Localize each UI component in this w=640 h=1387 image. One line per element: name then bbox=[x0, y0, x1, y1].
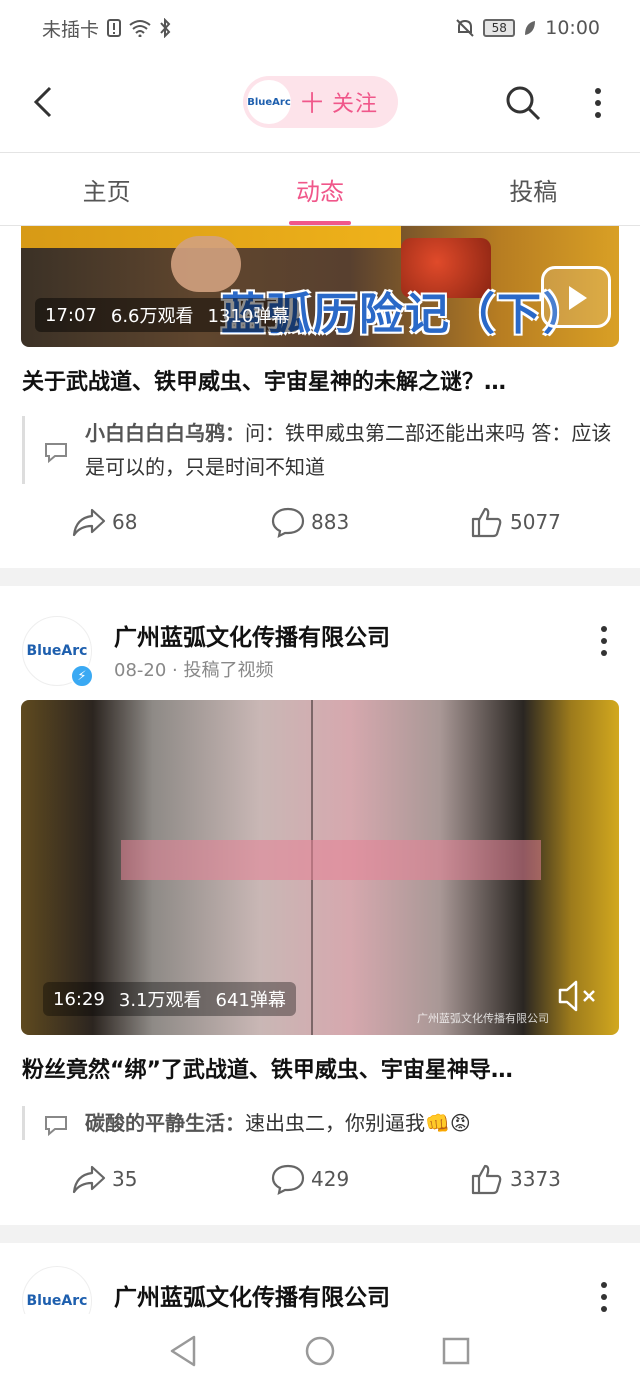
thumbs-up-icon bbox=[471, 1164, 502, 1195]
pill-logo-text: BlueArc bbox=[247, 96, 291, 108]
nav-back-icon[interactable] bbox=[168, 1334, 198, 1368]
share-count: 68 bbox=[112, 510, 138, 534]
avatar-logo-text: BlueArc bbox=[26, 1293, 88, 1309]
tab-home[interactable]: 主页 bbox=[0, 153, 213, 225]
verified-badge-icon: ⚡ bbox=[70, 664, 94, 688]
post-more-icon[interactable] bbox=[594, 1280, 614, 1314]
sim-alert-icon bbox=[107, 19, 122, 37]
carrier-text: 未插卡 bbox=[42, 18, 100, 41]
comment-button[interactable]: 429 bbox=[271, 1163, 349, 1195]
comment-content: 小白白白白乌鸦：问：铁甲威虫第二部还能出来吗 答：应该是可以的，只是时间不知道 bbox=[85, 416, 618, 484]
mute-speaker-icon[interactable] bbox=[557, 978, 601, 1014]
comment-icon bbox=[271, 1164, 305, 1195]
post-divider bbox=[0, 568, 640, 586]
follow-button[interactable]: BlueArc 十 关注 bbox=[243, 76, 398, 128]
video-duration: 17:07 bbox=[45, 304, 97, 326]
video-danmaku: 1310弹幕 bbox=[207, 306, 290, 327]
comment-username: 小白白白白乌鸦： bbox=[85, 421, 245, 445]
comment-count: 429 bbox=[311, 1167, 350, 1191]
video-thumbnail[interactable]: 蓝弧历险记（下） 17:07 6.6万观看 1310弹幕 bbox=[21, 226, 619, 347]
video-stats: 17:07 6.6万观看 1310弹幕 bbox=[35, 298, 300, 332]
battery-indicator: 58 bbox=[483, 19, 516, 37]
status-bar: 未插卡 58 10:00 bbox=[0, 0, 640, 56]
follow-label: 十 关注 bbox=[301, 92, 378, 117]
comment-content: 碳酸的平静生活：速出虫二，你别逼我👊😡 bbox=[85, 1106, 471, 1140]
bluetooth-icon bbox=[160, 18, 171, 38]
post-more-icon[interactable] bbox=[594, 624, 614, 658]
share-icon bbox=[72, 1165, 106, 1194]
video-watermark: 广州蓝弧文化传播有限公司 bbox=[417, 1012, 549, 1025]
share-button[interactable]: 68 bbox=[72, 506, 137, 538]
comment-icon bbox=[271, 507, 305, 538]
video-danmaku: 641弹幕 bbox=[215, 990, 286, 1011]
avatar-logo-text: BlueArc bbox=[26, 643, 88, 659]
wifi-icon bbox=[129, 20, 151, 37]
share-button[interactable]: 35 bbox=[72, 1163, 137, 1195]
comment-username: 碳酸的平静生活： bbox=[85, 1111, 245, 1135]
comment-bubble-icon bbox=[45, 443, 67, 464]
comment-button[interactable]: 883 bbox=[271, 506, 349, 538]
top-comment[interactable]: 小白白白白乌鸦：问：铁甲威虫第二部还能出来吗 答：应该是可以的，只是时间不知道 bbox=[22, 416, 618, 484]
like-button[interactable]: 3373 bbox=[470, 1163, 561, 1195]
dynamics-feed: 蓝弧历险记（下） 17:07 6.6万观看 1310弹幕 关于武战道、铁甲威虫、… bbox=[0, 226, 640, 1314]
system-navigation-bar bbox=[0, 1314, 640, 1387]
nav-home-icon[interactable] bbox=[304, 1335, 336, 1367]
video-title[interactable]: 关于武战道、铁甲威虫、宇宙星神的未解之谜？… bbox=[22, 364, 618, 396]
top-comment[interactable]: 碳酸的平静生活：速出虫二，你别逼我👊😡 bbox=[22, 1106, 618, 1140]
share-count: 35 bbox=[112, 1167, 138, 1191]
clock: 10:00 bbox=[545, 17, 600, 39]
like-button[interactable]: 5077 bbox=[470, 506, 561, 538]
status-right: 58 10:00 bbox=[455, 17, 600, 39]
tab-uploads[interactable]: 投稿 bbox=[427, 153, 640, 225]
like-count: 5077 bbox=[510, 510, 561, 534]
post-divider bbox=[0, 1225, 640, 1243]
top-nav-bar: BlueArc 十 关注 bbox=[0, 56, 640, 152]
like-count: 3373 bbox=[510, 1167, 561, 1191]
nav-recents-icon[interactable] bbox=[441, 1336, 471, 1366]
comment-count: 883 bbox=[311, 510, 350, 534]
post-meta: 08-20 · 投稿了视频 bbox=[114, 660, 274, 681]
status-left: 未插卡 bbox=[42, 15, 171, 42]
more-vertical-icon[interactable] bbox=[588, 86, 608, 120]
author-name[interactable]: 广州蓝弧文化传播有限公司 bbox=[114, 618, 390, 652]
post-author-row: BlueArc 广州蓝弧文化传播有限公司 bbox=[0, 1266, 640, 1314]
tab-dynamics[interactable]: 动态 bbox=[213, 153, 426, 225]
post-author-row: BlueArc ⚡ 广州蓝弧文化传播有限公司 08-20 · 投稿了视频 bbox=[0, 616, 640, 696]
video-views: 3.1万观看 bbox=[118, 990, 202, 1011]
video-duration: 16:29 bbox=[53, 988, 105, 1010]
video-title[interactable]: 粉丝竟然“绑”了武战道、铁甲威虫、宇宙星神导… bbox=[22, 1052, 618, 1084]
share-icon bbox=[72, 508, 106, 537]
post-actions: 35 429 3373 bbox=[0, 1163, 640, 1203]
mute-bell-icon bbox=[456, 19, 474, 37]
post-actions: 68 883 5077 bbox=[0, 506, 640, 546]
author-name[interactable]: 广州蓝弧文化传播有限公司 bbox=[114, 1278, 390, 1312]
back-arrow-icon[interactable] bbox=[24, 82, 64, 122]
bluearc-logo: BlueArc bbox=[247, 80, 291, 124]
video-views: 6.6万观看 bbox=[110, 306, 194, 327]
author-avatar[interactable]: BlueArc bbox=[22, 1266, 92, 1314]
profile-tabs: 主页 动态 投稿 bbox=[0, 152, 640, 226]
video-thumbnail[interactable]: 16:29 3.1万观看 641弹幕 广州蓝弧文化传播有限公司 bbox=[21, 700, 619, 1035]
leaf-icon bbox=[525, 21, 536, 35]
search-icon[interactable] bbox=[503, 83, 543, 123]
video-stats: 16:29 3.1万观看 641弹幕 bbox=[43, 982, 296, 1016]
thumbs-up-icon bbox=[471, 507, 502, 538]
thumbnail-reflection bbox=[121, 840, 541, 880]
comment-bubble-icon bbox=[45, 1116, 67, 1137]
comment-body: 速出虫二，你别逼我👊😡 bbox=[245, 1111, 471, 1135]
play-icon bbox=[569, 286, 587, 310]
